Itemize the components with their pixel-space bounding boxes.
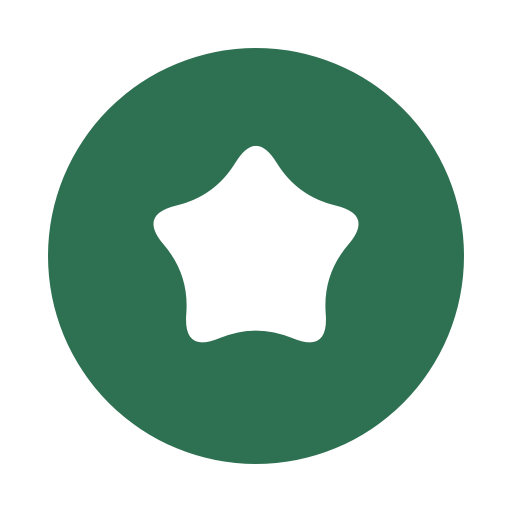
app-icon [48,48,464,464]
app-icon-canvas [0,0,512,512]
